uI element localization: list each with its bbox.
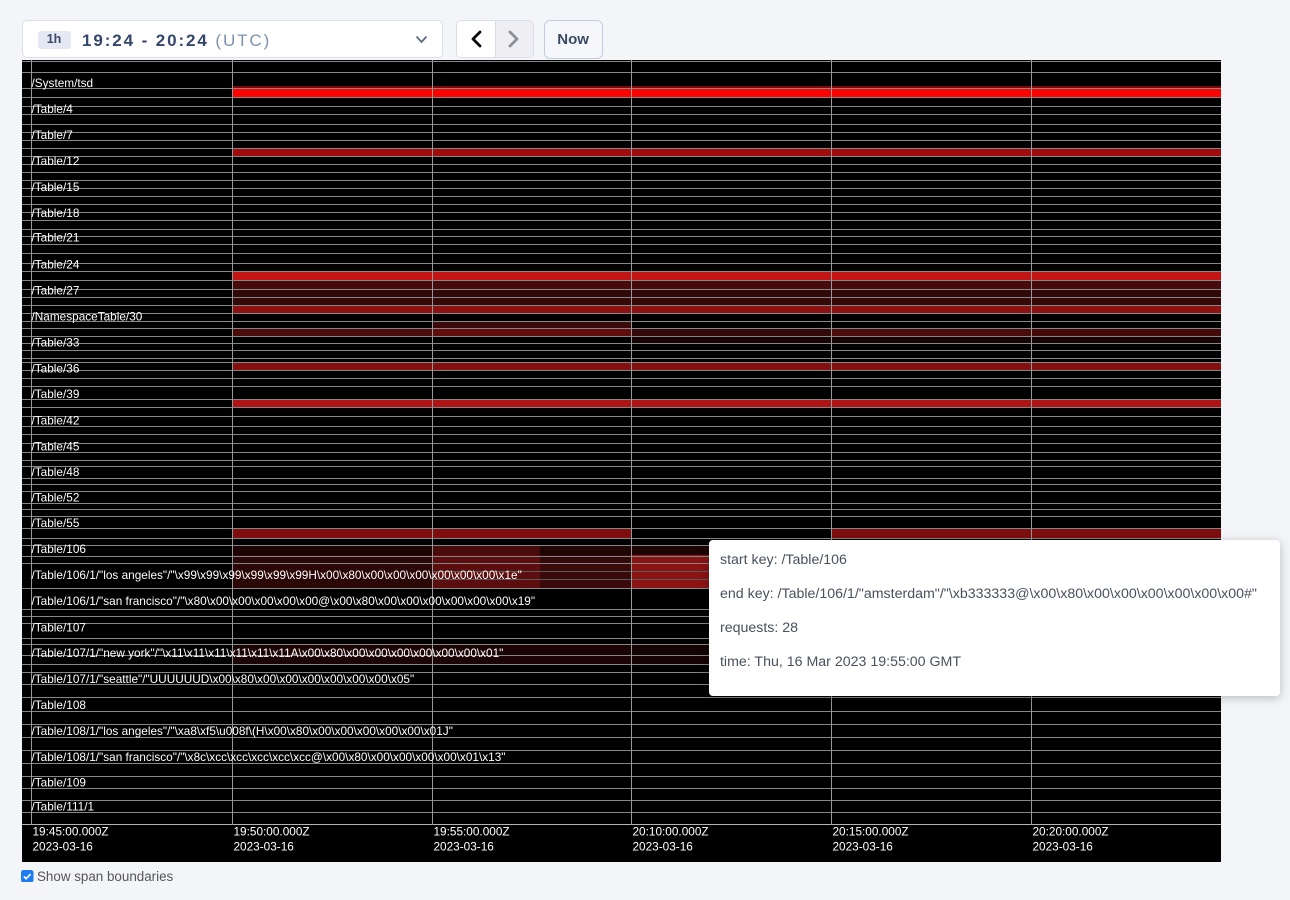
svg-text:/Table/108/1/"los angeles"/"\x: /Table/108/1/"los angeles"/"\xa8\xf5\u00… (32, 724, 453, 738)
svg-text:/Table/7: /Table/7 (32, 128, 73, 142)
svg-text:/Table/39: /Table/39 (32, 387, 80, 401)
svg-text:19:50:00.000Z: 19:50:00.000Z (234, 825, 310, 839)
svg-text:/Table/111/1: /Table/111/1 (32, 799, 95, 813)
svg-text:/Table/106: /Table/106 (32, 542, 87, 556)
svg-text:19:45:00.000Z: 19:45:00.000Z (33, 825, 109, 839)
svg-text:/Table/52: /Table/52 (32, 490, 80, 504)
svg-text:/Table/107/1/"new york"/"\x11\: /Table/107/1/"new york"/"\x11\x11\x11\x1… (32, 646, 504, 660)
svg-text:/Table/15: /Table/15 (32, 180, 80, 194)
svg-text:/Table/106/1/"los angeles"/"\x: /Table/106/1/"los angeles"/"\x99\x99\x99… (32, 568, 522, 582)
svg-text:/Table/108: /Table/108 (32, 698, 87, 712)
svg-text:/Table/21: /Table/21 (32, 230, 80, 244)
svg-text:/Table/55: /Table/55 (32, 516, 80, 530)
svg-text:2023-03-16: 2023-03-16 (633, 840, 694, 854)
svg-text:/NamespaceTable/30: /NamespaceTable/30 (32, 309, 143, 323)
svg-text:/Table/109: /Table/109 (32, 775, 86, 789)
svg-text:/Table/106/1/"san francisco"/": /Table/106/1/"san francisco"/"\x80\x00\x… (32, 594, 536, 608)
svg-text:2023-03-16: 2023-03-16 (434, 840, 495, 854)
svg-text:/Table/48: /Table/48 (32, 465, 80, 479)
svg-text:/Table/27: /Table/27 (32, 283, 80, 297)
svg-text:2023-03-16: 2023-03-16 (1033, 840, 1094, 854)
svg-text:2023-03-16: 2023-03-16 (833, 840, 894, 854)
svg-text:19:55:00.000Z: 19:55:00.000Z (434, 825, 510, 839)
svg-text:/Table/108/1/"san francisco"/": /Table/108/1/"san francisco"/"\x8c\xcc\x… (32, 750, 506, 764)
svg-text:/Table/36: /Table/36 (32, 361, 80, 375)
svg-text:/Table/24: /Table/24 (32, 257, 80, 271)
svg-text:/Table/107/1/"seattle"/"UUUUUU: /Table/107/1/"seattle"/"UUUUUUD\x00\x80\… (32, 672, 415, 686)
svg-text:2023-03-16: 2023-03-16 (234, 840, 295, 854)
svg-text:20:10:00.000Z: 20:10:00.000Z (633, 825, 709, 839)
svg-text:20:20:00.000Z: 20:20:00.000Z (1033, 825, 1109, 839)
svg-text:/System/tsd: /System/tsd (32, 76, 94, 90)
svg-text:/Table/45: /Table/45 (32, 439, 80, 453)
svg-text:/Table/107: /Table/107 (32, 620, 86, 634)
svg-text:/Table/12: /Table/12 (32, 154, 80, 168)
svg-text:20:15:00.000Z: 20:15:00.000Z (833, 825, 909, 839)
svg-text:/Table/4: /Table/4 (32, 102, 74, 116)
svg-text:/Table/33: /Table/33 (32, 335, 80, 349)
svg-text:/Table/18: /Table/18 (32, 206, 80, 220)
svg-text:2023-03-16: 2023-03-16 (33, 840, 94, 854)
svg-text:/Table/42: /Table/42 (32, 413, 80, 427)
